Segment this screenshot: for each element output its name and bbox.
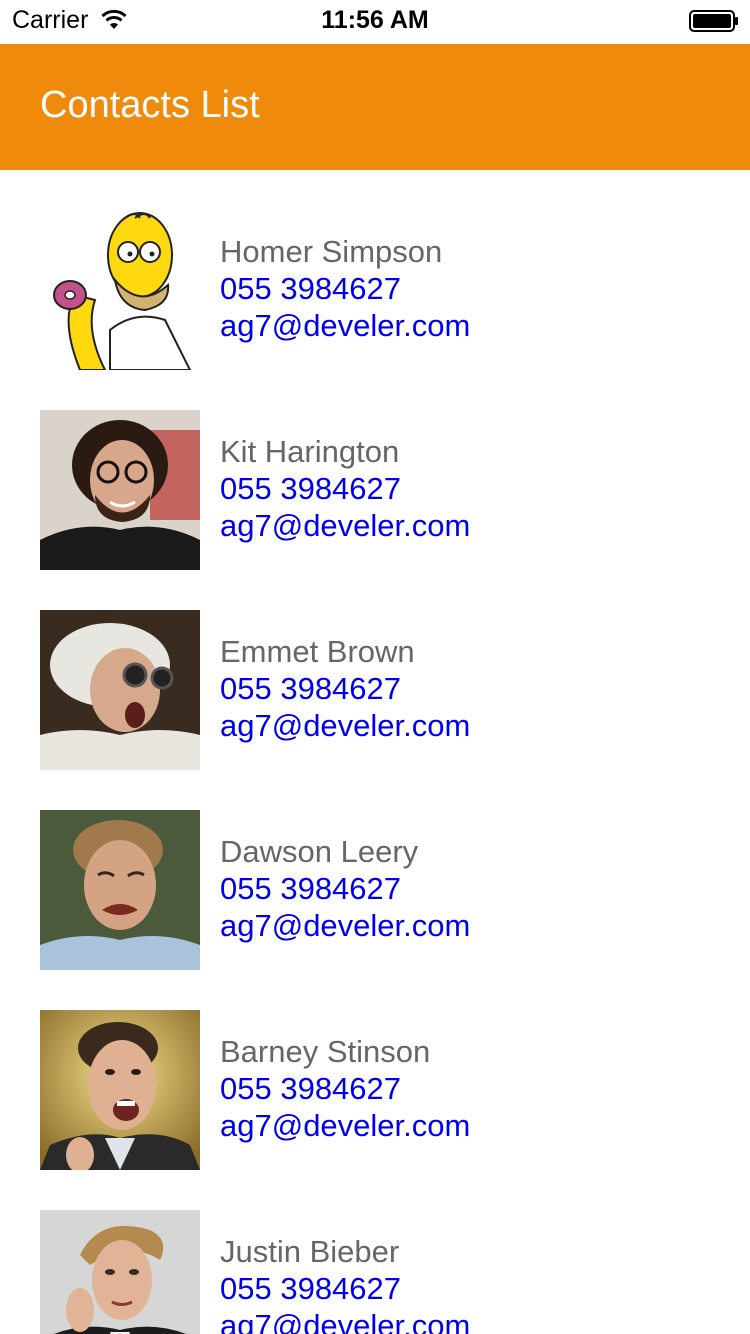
contact-name: Emmet Brown	[220, 634, 415, 669]
contact-email-link[interactable]: ag7@develer.com	[220, 1308, 470, 1334]
contact-name: Justin Bieber	[220, 1234, 400, 1269]
barney-stinson-avatar	[40, 1010, 200, 1170]
kit-harington-avatar	[40, 410, 200, 570]
status-bar: Carrier 11:56 AM	[0, 0, 750, 40]
contact-email-link[interactable]: ag7@develer.com	[220, 508, 470, 544]
dawson-leery-avatar	[40, 810, 200, 970]
app-header: Contacts List	[0, 44, 750, 170]
status-time: 11:56 AM	[321, 6, 429, 34]
contact-list[interactable]: Homer Simpson 055 3984627 ag7@develer.co…	[0, 170, 750, 1334]
contact-row[interactable]: Justin Bieber 055 3984627 ag7@develer.co…	[0, 1170, 750, 1334]
contact-name: Kit Harington	[220, 434, 400, 469]
homer-simpson-avatar	[40, 210, 200, 370]
page-title: Contacts List	[40, 84, 260, 126]
contact-row[interactable]: Barney Stinson 055 3984627 ag7@develer.c…	[0, 970, 750, 1170]
contact-phone-link[interactable]: 055 3984627	[220, 1271, 401, 1307]
contact-phone-link[interactable]: 055 3984627	[220, 871, 401, 907]
justin-bieber-avatar	[40, 1210, 200, 1334]
contact-name: Barney Stinson	[220, 1034, 431, 1069]
contact-row[interactable]: Emmet Brown 055 3984627 ag7@develer.com	[0, 570, 750, 770]
screen: Carrier 11:56 AM Contacts List Homer Sim…	[0, 0, 750, 1334]
contact-name: Dawson Leery	[220, 834, 419, 869]
contact-email-link[interactable]: ag7@develer.com	[220, 1108, 470, 1144]
battery-full-icon	[689, 10, 738, 32]
contact-name: Homer Simpson	[220, 234, 443, 269]
contact-phone-link[interactable]: 055 3984627	[220, 671, 401, 707]
contact-row[interactable]: Kit Harington 055 3984627 ag7@develer.co…	[0, 370, 750, 570]
contact-phone-link[interactable]: 055 3984627	[220, 271, 401, 307]
contact-email-link[interactable]: ag7@develer.com	[220, 708, 470, 744]
contact-row[interactable]: Dawson Leery 055 3984627 ag7@develer.com	[0, 770, 750, 970]
contact-phone-link[interactable]: 055 3984627	[220, 1071, 401, 1107]
contact-email-link[interactable]: ag7@develer.com	[220, 308, 470, 344]
contact-phone-link[interactable]: 055 3984627	[220, 471, 401, 507]
emmet-brown-avatar	[40, 610, 200, 770]
contact-email-link[interactable]: ag7@develer.com	[220, 908, 470, 944]
contact-row[interactable]: Homer Simpson 055 3984627 ag7@develer.co…	[0, 170, 750, 370]
